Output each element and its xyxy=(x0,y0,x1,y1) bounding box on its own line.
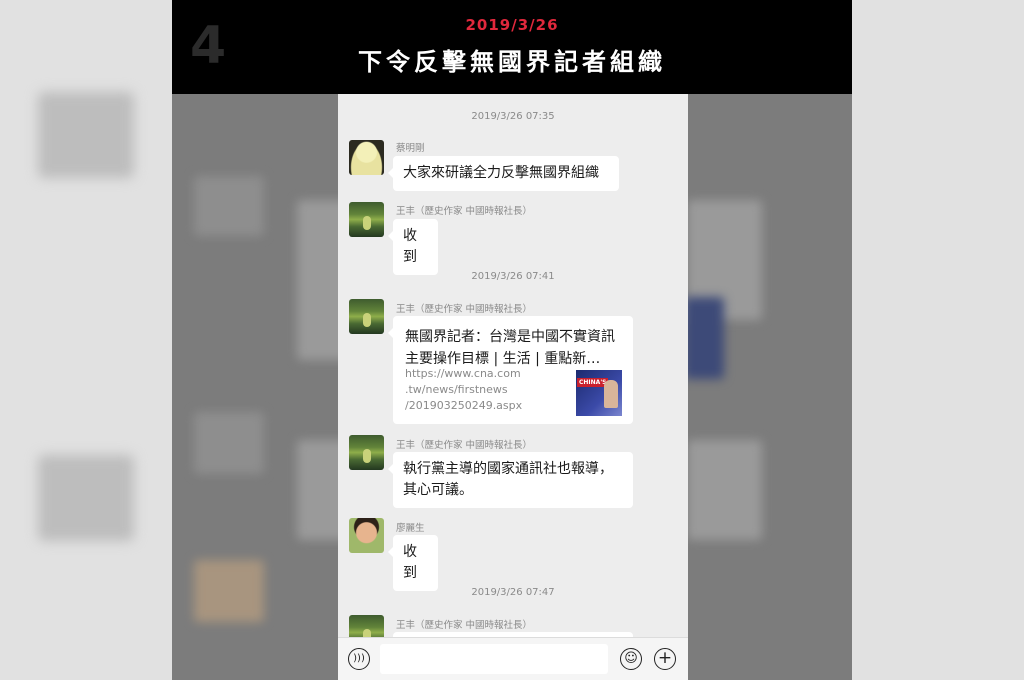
forest-avatar[interactable] xyxy=(349,435,384,470)
message-bubble[interactable]: 收到 xyxy=(388,219,438,275)
link-thumbnail: CHINA'S xyxy=(576,370,622,416)
plus-icon[interactable]: + xyxy=(654,648,676,670)
forest-avatar[interactable] xyxy=(349,202,384,237)
chat-input-bar: ))) ☺ + xyxy=(338,637,688,680)
blurred-thumbnail xyxy=(38,455,134,541)
left-background xyxy=(0,0,172,680)
message-input[interactable] xyxy=(380,644,608,674)
sender-name: 王丰（歷史作家 中國時報社長） xyxy=(396,620,533,631)
ghost-avatar xyxy=(194,176,264,236)
sender-name: 王丰（歷史作家 中國時報社長） xyxy=(396,206,533,217)
ghost-bubble xyxy=(687,440,762,540)
link-card[interactable]: 無國界記者：台灣是中國不實資訊主要操作目標 | 生活 | 重點新… https:… xyxy=(388,316,633,424)
chat-timestamp: 2019/3/26 07:41 xyxy=(471,271,555,282)
ghost-thumbnail xyxy=(684,297,724,379)
sender-name: 蔡明剛 xyxy=(396,143,425,154)
voice-icon[interactable]: ))) xyxy=(348,648,370,670)
sender-name: 王丰（歷史作家 中國時報社長） xyxy=(396,304,533,315)
emoji-icon[interactable]: ☺ xyxy=(620,648,642,670)
buddha-avatar[interactable] xyxy=(349,140,384,175)
message-bubble[interactable]: 大家來研議全力反擊無國界組織 xyxy=(388,156,619,191)
blurred-thumbnail xyxy=(38,92,134,178)
ghost-avatar xyxy=(194,560,264,622)
person-avatar[interactable] xyxy=(349,518,384,553)
chat-timestamp: 2019/3/26 07:35 xyxy=(471,111,555,122)
link-url: https://www.cna.com .tw/news/firstnews /… xyxy=(405,367,523,412)
message-bubble[interactable]: 收到 xyxy=(388,535,438,591)
header-title: 下令反擊無國界記者組織 xyxy=(358,48,666,76)
ghost-avatar xyxy=(194,412,264,474)
sender-name: 廖麗生 xyxy=(396,523,425,534)
thumbnail-person xyxy=(604,380,618,408)
chat-timestamp: 2019/3/26 07:47 xyxy=(471,587,555,598)
link-title: 無國界記者：台灣是中國不實資訊主要操作目標 | 生活 | 重點新… xyxy=(405,329,615,367)
message-bubble[interactable]: 執行黨主導的國家通訊社也報導，其心可議。 xyxy=(388,452,633,508)
right-background xyxy=(852,0,1024,680)
story-header: 4 2019/3/26 下令反擊無國界記者組織 xyxy=(172,0,852,94)
forest-avatar[interactable] xyxy=(349,299,384,334)
header-date: 2019/3/26 xyxy=(465,16,559,34)
chat-screenshot: 2019/3/26 07:35 蔡明剛 大家來研議全力反擊無國界組織 王丰（歷史… xyxy=(338,94,688,680)
sender-name: 王丰（歷史作家 中國時報社長） xyxy=(396,440,533,451)
